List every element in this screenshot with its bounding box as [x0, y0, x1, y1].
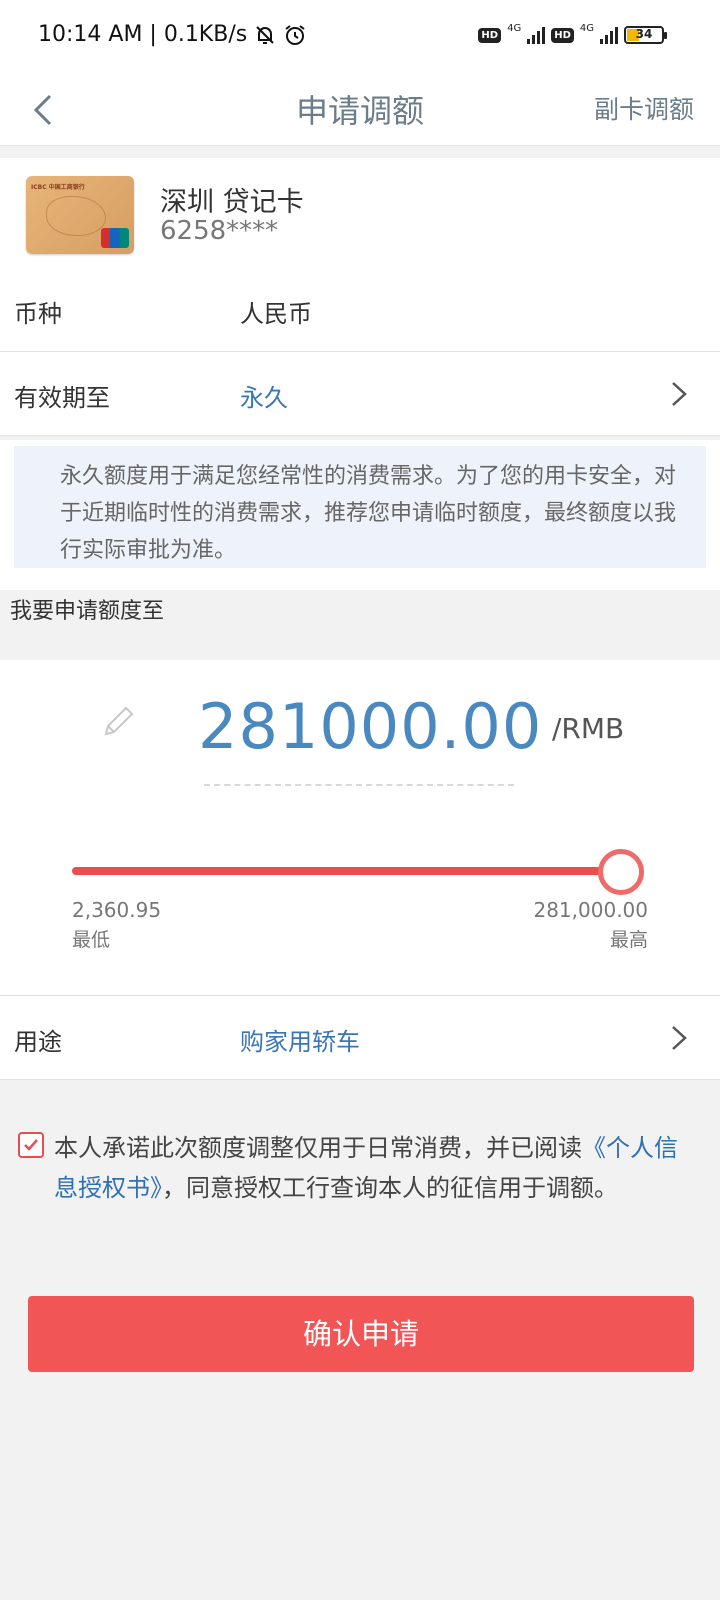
max-amount: 281,000.00: [533, 898, 648, 922]
card-map-decoration: [46, 196, 106, 236]
hd-badge-2: HD: [551, 27, 574, 43]
confirm-button[interactable]: 确认申请: [28, 1296, 694, 1372]
check-icon: [24, 1139, 38, 1151]
card-info: ICBC 中国工商银行 深圳 贷记卡 6258****: [0, 158, 720, 272]
amount-underline: [204, 784, 514, 786]
purpose-label: 用途: [14, 1028, 62, 1056]
notice-section: 永久额度用于满足您经常性的消费需求。为了您的用卡安全，对于近期临时性的消费需求，…: [0, 440, 720, 590]
notice-text: 永久额度用于满足您经常性的消费需求。为了您的用卡安全，对于近期临时性的消费需求，…: [14, 446, 706, 568]
secondary-card-adjust-button[interactable]: 副卡调额: [594, 90, 694, 126]
currency-row: 币种 人民币: [0, 268, 720, 352]
amount-slider-track[interactable]: [72, 867, 620, 875]
section-title: 我要申请额度至: [10, 599, 165, 624]
amount-slider-thumb[interactable]: [598, 849, 644, 895]
validity-row[interactable]: 有效期至 永久: [0, 352, 720, 436]
network-type-2: 4G: [579, 22, 594, 34]
validity-label: 有效期至: [14, 384, 110, 412]
unionpay-logo: [101, 228, 129, 248]
status-time: 10:14 AM | 0.1KB/s: [38, 22, 248, 47]
currency-value: 人民币: [240, 300, 312, 328]
max-label: 最高: [609, 929, 648, 951]
alarm-icon: [285, 24, 305, 45]
amount-panel: 281000.00 /RMB 2,360.95 最低 281,000.00 最高: [0, 660, 720, 996]
battery-icon: 34: [624, 26, 667, 44]
agreement-text-before: 本人承诺此次额度调整仅用于日常消费，并已阅读: [54, 1134, 582, 1162]
signal-icon: [527, 26, 546, 44]
hd-badge: HD: [478, 27, 502, 43]
purpose-value: 购家用轿车: [240, 1028, 360, 1056]
card-image: ICBC 中国工商银行: [26, 176, 134, 254]
mute-bell-icon: [256, 25, 274, 44]
currency-label: 币种: [14, 300, 62, 328]
min-label: 最低: [72, 929, 111, 951]
amount-input[interactable]: 281000.00: [198, 690, 542, 763]
validity-value: 永久: [240, 384, 288, 412]
purpose-row[interactable]: 用途 购家用轿车: [0, 996, 720, 1080]
status-right: HD 4G HD 4G 34: [478, 22, 667, 44]
nav-bar: 申请调额 副卡调额: [0, 76, 720, 146]
amount-unit: /RMB: [552, 712, 625, 745]
agreement-checkbox[interactable]: [18, 1132, 44, 1158]
chevron-right-icon: [672, 382, 687, 406]
bank-logo: ICBC 中国工商银行: [31, 184, 85, 191]
pencil-icon[interactable]: [100, 702, 136, 742]
signal-icon-2: [600, 26, 618, 44]
agreement-text-after: ，同意授权工行查询本人的征信用于调额。: [162, 1174, 618, 1202]
network-type: 4G: [507, 22, 522, 34]
card-name: 深圳 贷记卡: [160, 187, 304, 218]
status-bar: 10:14 AM | 0.1KB/s HD 4G HD 4G 34: [0, 0, 720, 76]
card-number: 6258****: [160, 216, 279, 246]
chevron-right-icon: [672, 1026, 687, 1050]
battery-level: 34: [635, 27, 653, 41]
min-amount: 2,360.95: [72, 898, 162, 922]
agreement-text: 本人承诺此次额度调整仅用于日常消费，并已阅读《个人信息授权书》，同意授权工行查询…: [54, 1128, 694, 1208]
status-left: 10:14 AM | 0.1KB/s: [38, 22, 307, 47]
